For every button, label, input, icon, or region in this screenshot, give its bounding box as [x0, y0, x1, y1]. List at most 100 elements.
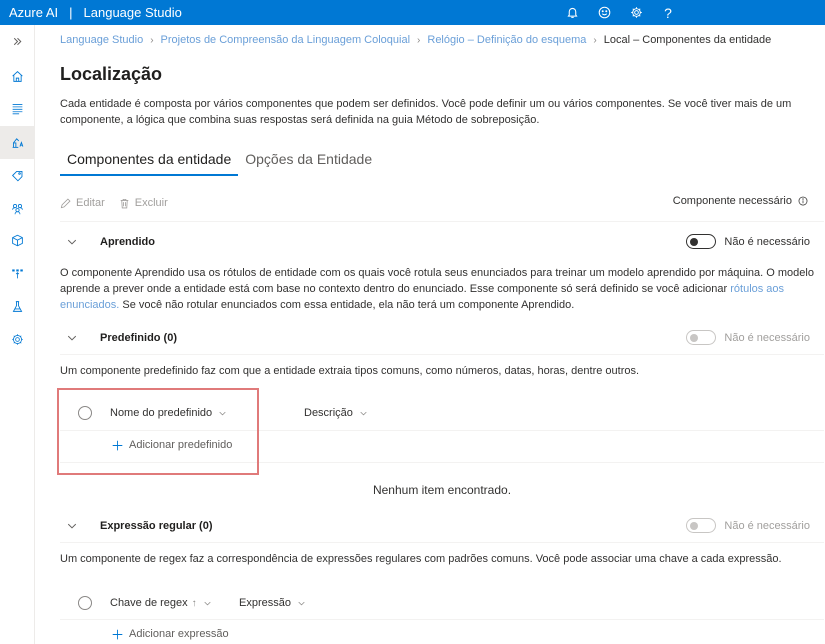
add-expression-label: Adicionar expressão: [129, 628, 229, 640]
prebuilt-toggle-label: Não é necessário: [724, 331, 810, 344]
gear-icon: [630, 7, 642, 18]
add-prebuilt-button[interactable]: Adicionar predefinido: [112, 439, 232, 451]
brand-label[interactable]: Azure AI: [9, 5, 58, 20]
notifications-button[interactable]: [556, 0, 588, 25]
chevron-down-icon[interactable]: [66, 520, 78, 532]
learned-desc-text: O componente Aprendido usa os rótulos de…: [60, 267, 814, 295]
help-button[interactable]: ?: [652, 0, 684, 25]
regex-section-header: Expressão regular (0) Não é necessário: [60, 516, 824, 536]
delete-button[interactable]: Excluir: [119, 197, 168, 209]
divider: [60, 354, 824, 355]
learned-required-toggle[interactable]: [686, 234, 717, 249]
tag-icon: [11, 170, 22, 181]
sidebar-item-tag[interactable]: [0, 159, 34, 191]
learned-section-description: O componente Aprendido usa os rótulos de…: [60, 265, 822, 313]
bell-icon: [566, 7, 578, 18]
chevron-down-icon[interactable]: [66, 236, 78, 248]
group-icon: [11, 203, 23, 214]
regex-required-toggle[interactable]: [686, 518, 717, 533]
chevron-down-icon[interactable]: [66, 332, 78, 344]
column-label: Descrição: [304, 407, 353, 419]
sidebar-item-model[interactable]: [0, 224, 34, 256]
prebuilt-required-toggle-group: Não é necessário: [686, 330, 810, 345]
smiley-icon: [598, 6, 610, 19]
regex-toggle-label: Não é necessário: [724, 519, 810, 532]
column-label: Chave de regex: [110, 597, 188, 609]
sidebar-expand-button[interactable]: [0, 25, 34, 57]
add-prebuilt-label: Adicionar predefinido: [129, 439, 233, 451]
prebuilt-required-toggle[interactable]: [686, 330, 717, 345]
learned-section-header: Aprendido Não é necessário: [60, 232, 824, 252]
settings-button[interactable]: [620, 0, 652, 25]
divider: [60, 430, 824, 431]
breadcrumb-item-current: Local – Componentes da entidade: [603, 34, 772, 46]
deploy-icon: [11, 268, 23, 278]
tab-entity-options[interactable]: Opções da Entidade: [238, 148, 379, 174]
gear-icon: [11, 333, 23, 345]
column-label: Nome do predefinido: [110, 407, 213, 419]
learned-toggle-label: Não é necessário: [724, 235, 810, 248]
select-all-checkbox[interactable]: [78, 406, 92, 420]
divider: [60, 221, 824, 222]
plus-icon: [112, 629, 123, 639]
sidebar-item-training[interactable]: [0, 192, 34, 224]
sidebar-item-settings[interactable]: [0, 323, 34, 355]
edit-button[interactable]: Editar: [60, 197, 105, 209]
sidebar-item-home[interactable]: [0, 60, 34, 92]
column-header-regex-key[interactable]: Chave de regex ↑: [110, 597, 212, 609]
chevron-down-icon: [298, 601, 305, 605]
sidebar-item-schema-definition[interactable]: [0, 126, 34, 159]
toggle-knob: [690, 333, 699, 342]
breadcrumb-item-schema[interactable]: Relógio – Definição do esquema: [427, 34, 586, 46]
text-lines-icon: [12, 103, 22, 114]
empty-list-message: Nenhum item encontrado.: [372, 483, 512, 497]
breadcrumb-chevron-icon: ›: [417, 34, 421, 46]
chevron-down-icon: [219, 411, 226, 415]
select-all-checkbox[interactable]: [78, 596, 92, 610]
topbar-icons: ?: [556, 0, 684, 25]
breadcrumb-item-language-studio[interactable]: Language Studio: [60, 34, 143, 46]
breadcrumb-item-projects[interactable]: Projetos de Compreensão da Linguagem Col…: [161, 34, 411, 46]
learned-required-toggle-group: Não é necessário: [686, 234, 810, 249]
page-title: Localização: [60, 64, 163, 84]
cube-icon: [11, 234, 23, 246]
prebuilt-section-title: Predefinido (0): [100, 332, 178, 344]
required-component-label: Componente necessário: [672, 195, 792, 207]
learned-desc-text-end: Se você não rotular enunciados com essa …: [119, 299, 575, 311]
tab-entity-components[interactable]: Componentes da entidade: [60, 148, 239, 176]
top-bar: Azure AI | Language Studio ?: [0, 0, 825, 25]
edit-label: Editar: [76, 197, 105, 209]
tab-bar: Componentes da entidade Opções da Entida…: [60, 148, 379, 176]
chevron-down-icon: [204, 601, 211, 605]
add-expression-button[interactable]: Adicionar expressão: [112, 628, 229, 640]
breadcrumb-chevron-icon: ›: [150, 34, 154, 46]
divider: [60, 542, 824, 543]
pencil-icon: [60, 197, 71, 208]
sidebar: [0, 25, 35, 644]
product-name[interactable]: Language Studio: [84, 5, 182, 20]
chevron-down-icon: [360, 411, 367, 415]
divider: [60, 462, 824, 463]
regex-list-header: Chave de regex ↑ Expressão: [60, 589, 824, 617]
regex-section-description: Um componente de regex faz a correspondê…: [60, 553, 782, 565]
help-icon: ?: [664, 4, 672, 21]
breadcrumb: Language Studio › Projetos de Compreensã…: [60, 34, 771, 46]
required-component-header: Componente necessário: [673, 195, 808, 207]
divider: [60, 619, 824, 620]
info-icon[interactable]: [798, 196, 808, 206]
sidebar-item-deploy[interactable]: [0, 257, 34, 289]
column-header-prebuilt-name[interactable]: Nome do predefinido: [110, 407, 227, 419]
feedback-button[interactable]: [588, 0, 620, 25]
sidebar-item-data-labeling[interactable]: [0, 92, 34, 124]
regex-required-toggle-group: Não é necessário: [686, 518, 810, 533]
sort-ascending-icon: ↑: [191, 597, 197, 609]
column-header-description[interactable]: Descrição: [304, 407, 368, 419]
robot-arm-icon: [12, 138, 23, 148]
sidebar-item-test[interactable]: [0, 290, 34, 322]
flask-icon: [12, 300, 22, 312]
column-header-expression[interactable]: Expressão: [239, 597, 306, 609]
command-bar: Editar Excluir Componente necessário: [60, 193, 822, 213]
page-description: Cada entidade é composta por vários comp…: [60, 98, 792, 126]
breadcrumb-chevron-icon: ›: [593, 34, 597, 46]
double-chevron-right-icon: [13, 37, 21, 45]
